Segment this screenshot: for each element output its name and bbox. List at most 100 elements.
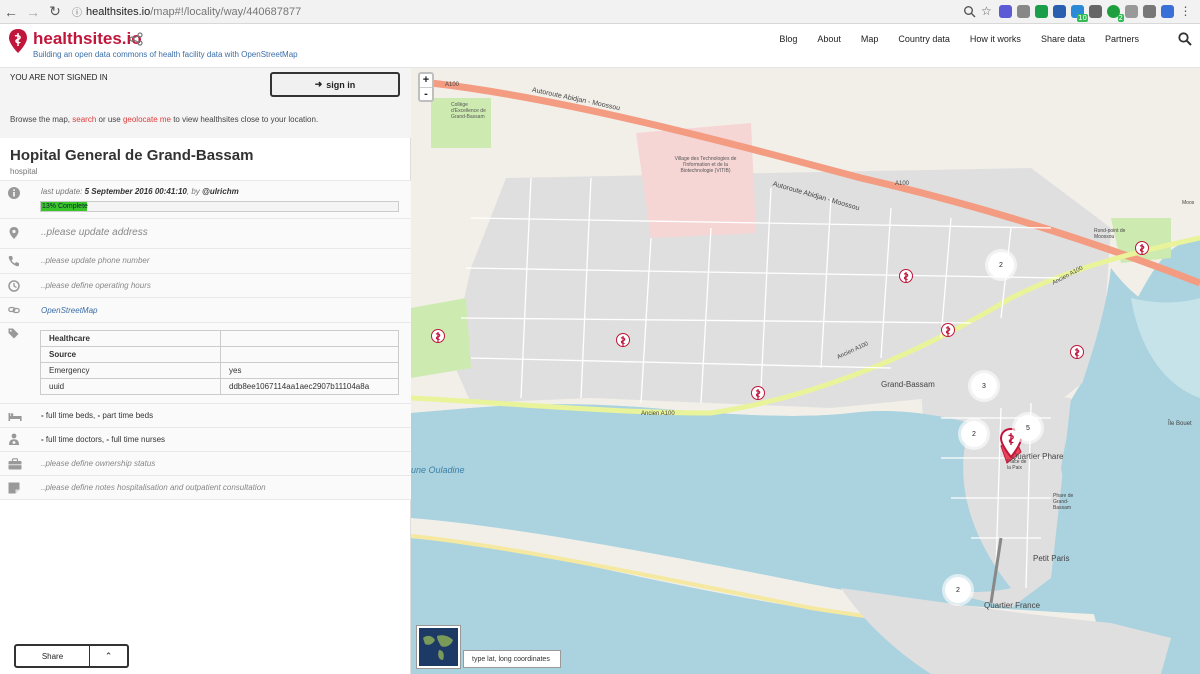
extension-icon-7[interactable]: 2	[1107, 5, 1124, 22]
map-label-a100-1: A100	[445, 82, 460, 88]
extension-icon-1[interactable]	[999, 5, 1012, 18]
phone-text[interactable]: ..please update phone number	[41, 256, 150, 265]
zoom-icon[interactable]	[963, 5, 976, 18]
coordinates-input[interactable]: type lat, long coordinates	[463, 650, 561, 668]
browse-instructions: Browse the map, search or use geolocate …	[10, 115, 318, 124]
hospital-marker-icon[interactable]	[1070, 345, 1084, 365]
extension-icon-5[interactable]: 10	[1071, 5, 1088, 22]
healthsites-logo-icon[interactable]	[8, 28, 28, 54]
attribute-value[interactable]: ddb8ee1067114aa1aec2907b11104a8a	[220, 378, 399, 395]
staff-text: - full time doctors, - full time nurses	[41, 435, 165, 444]
share-button-group: Share ⌃	[14, 644, 129, 668]
hours-row: ..please define operating hours	[0, 273, 411, 297]
geolocate-link[interactable]: geolocate me	[123, 115, 171, 124]
map-label-college: Collège d'Excellence de Grand-Bassam	[451, 102, 486, 120]
hospital-marker-icon[interactable]	[941, 323, 955, 343]
hours-text[interactable]: ..please define operating hours	[41, 281, 151, 290]
address-text[interactable]: ..please update address	[41, 227, 148, 238]
nav-blog[interactable]: Blog	[772, 34, 804, 44]
info-circle-icon	[8, 187, 20, 199]
completeness-fill: 13% Complete	[41, 202, 88, 211]
map-label-grand-bassam: Grand-Bassam	[881, 380, 935, 389]
nav-map[interactable]: Map	[854, 34, 886, 44]
attributes-row: Healthcare Source Emergency yes uuid ddb8ee10…	[0, 322, 411, 403]
share-dropdown-toggle[interactable]: ⌃	[90, 646, 127, 666]
extension-badge: 2	[1117, 14, 1124, 22]
share-button[interactable]: Share	[16, 646, 90, 666]
info-icon[interactable]: ⓘ	[72, 4, 86, 19]
last-update-user[interactable]: @ulrichm	[202, 187, 239, 196]
nav-partners[interactable]: Partners	[1098, 34, 1146, 44]
cluster-marker[interactable]: 2	[961, 421, 987, 447]
hospital-marker-icon[interactable]	[751, 386, 765, 406]
nav-about[interactable]: About	[810, 34, 848, 44]
address-bar[interactable]: ⓘ healthsites.io/map#!/locality/way/4406…	[72, 2, 852, 22]
url-host: healthsites.io	[86, 5, 151, 18]
not-signed-in-label: YOU ARE NOT SIGNED IN	[10, 73, 108, 82]
extension-icon-4[interactable]	[1053, 5, 1066, 18]
facility-title: Hopital General de Grand-Bassam	[10, 147, 254, 164]
update-row: last update: 5 September 2016 00:41:10, …	[0, 180, 411, 218]
openstreetmap-link[interactable]: OpenStreetMap	[41, 306, 97, 315]
staff-row: - full time doctors, - full time nurses	[0, 427, 411, 451]
attribute-key: Healthcare	[40, 330, 221, 347]
notes-row: ..please define notes hospitalisation an…	[0, 475, 411, 500]
map-label-quartier-france: Quartier France	[984, 601, 1041, 610]
zoom-control: + -	[418, 72, 434, 102]
hospital-marker-icon[interactable]	[899, 269, 913, 289]
clock-icon	[8, 280, 20, 292]
menu-icon[interactable]: ⋮	[1179, 5, 1192, 18]
residential-area	[451, 168, 1111, 408]
nav-country-data[interactable]: Country data	[891, 34, 957, 44]
bookmark-star-icon[interactable]: ☆	[981, 5, 994, 18]
mini-map-thumbnail[interactable]	[417, 626, 460, 668]
map-view[interactable]: Autoroute Abidjan - Moossou Autoroute Ab…	[411, 68, 1200, 674]
map-label-ile-bouet: Île Bouet	[1168, 421, 1192, 427]
extension-icon-9[interactable]	[1143, 5, 1156, 18]
extensions-bar: ☆ 10 2 ⋮	[963, 5, 1200, 22]
main-nav: Blog About Map Country data How it works…	[766, 34, 1146, 44]
doctors-label: full time doctors,	[43, 435, 107, 444]
nav-how-it-works[interactable]: How it works	[963, 34, 1028, 44]
extension-badge: 10	[1077, 14, 1088, 22]
extension-icon-8[interactable]	[1125, 5, 1138, 18]
hospital-marker-icon[interactable]	[616, 333, 630, 353]
completeness-bar: 13% Complete	[40, 201, 399, 212]
extension-icon-10[interactable]	[1161, 5, 1174, 18]
browse-text-2: or use	[96, 115, 123, 124]
sign-in-button[interactable]: ➜ sign in	[270, 72, 400, 97]
attribute-row: Source	[40, 346, 399, 363]
attribute-key: Source	[40, 346, 221, 363]
share-icon[interactable]	[129, 32, 143, 46]
cluster-marker[interactable]: 3	[971, 373, 997, 399]
cluster-marker[interactable]: 5	[1015, 415, 1041, 441]
forward-icon[interactable]: →	[22, 1, 44, 23]
cluster-marker[interactable]: 2	[945, 577, 971, 603]
nav-share-data[interactable]: Share data	[1034, 34, 1092, 44]
notes-text[interactable]: ..please define notes hospitalisation an…	[41, 483, 266, 492]
osm-row: OpenStreetMap	[0, 297, 411, 322]
hospital-marker-icon[interactable]	[431, 329, 445, 349]
attribute-value[interactable]: yes	[220, 362, 399, 379]
extension-icon-3[interactable]	[1035, 5, 1048, 18]
attribute-key: Emergency	[40, 362, 221, 379]
ownership-text[interactable]: ..please define ownership status	[41, 459, 155, 468]
map-label-rond-point: Rond-point de Moossou	[1094, 228, 1126, 240]
attribute-value[interactable]	[220, 346, 399, 363]
extension-icon-6[interactable]	[1089, 5, 1102, 18]
hospital-marker-icon[interactable]	[1135, 241, 1149, 261]
back-icon[interactable]: ←	[0, 1, 22, 23]
zoom-in-button[interactable]: +	[420, 74, 432, 88]
site-logo-text[interactable]: healthsites.io	[33, 29, 142, 49]
search-icon[interactable]	[1178, 32, 1192, 46]
attribute-value[interactable]	[220, 330, 399, 347]
search-link[interactable]: search	[72, 115, 96, 124]
map-label-vitib: Village des Technologies de l'Informatio…	[674, 156, 737, 174]
cluster-marker[interactable]: 2	[988, 252, 1014, 278]
phone-icon	[8, 256, 19, 267]
link-icon	[8, 306, 20, 314]
reload-icon[interactable]: ↻	[44, 1, 66, 23]
extension-icon-2[interactable]	[1017, 5, 1030, 18]
attributes-table: Healthcare Source Emergency yes uuid ddb8ee10…	[40, 330, 399, 395]
zoom-out-button[interactable]: -	[420, 88, 432, 101]
